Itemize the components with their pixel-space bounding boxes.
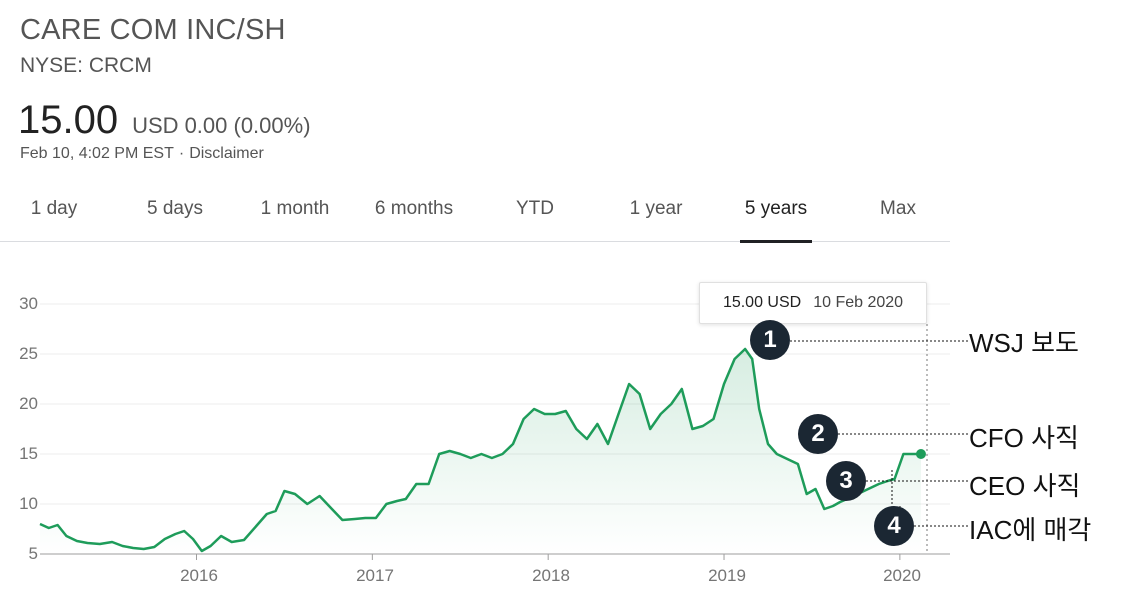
x-tick-2019: 2019 [708,566,746,585]
annotation-label-3: CEO 사직 [969,471,1081,501]
annotation-label-4: IAC에 매각 [969,515,1092,545]
latest-price-dot [915,449,926,459]
annotation-badge-4: 4 [874,506,914,546]
y-tick-30: 30 [19,294,38,313]
annotation-badge-1: 1 [750,320,790,360]
x-tick-2020: 2020 [883,566,921,585]
x-tick-2017: 2017 [356,566,394,585]
price-chart[interactable] [0,0,1131,597]
x-tick-2016: 2016 [180,566,218,585]
y-tick-10: 10 [19,494,38,513]
annotation-badge-3: 3 [826,461,866,501]
tooltip-value: 15.00 USD [722,294,802,311]
y-tick-20: 20 [19,394,38,413]
annotation-badge-2: 2 [798,414,838,454]
price-area [40,349,921,554]
price-tooltip: 15.00 USD 10 Feb 2020 [699,282,927,324]
y-tick-25: 25 [19,344,38,363]
y-tick-5: 5 [28,544,38,563]
annotation-label-1: WSJ 보도 [969,328,1079,358]
y-tick-15: 15 [19,444,38,463]
tooltip-date: 10 Feb 2020 [813,294,904,311]
x-tick-2018: 2018 [532,566,570,585]
annotation-label-2: CFO 사직 [969,423,1079,453]
